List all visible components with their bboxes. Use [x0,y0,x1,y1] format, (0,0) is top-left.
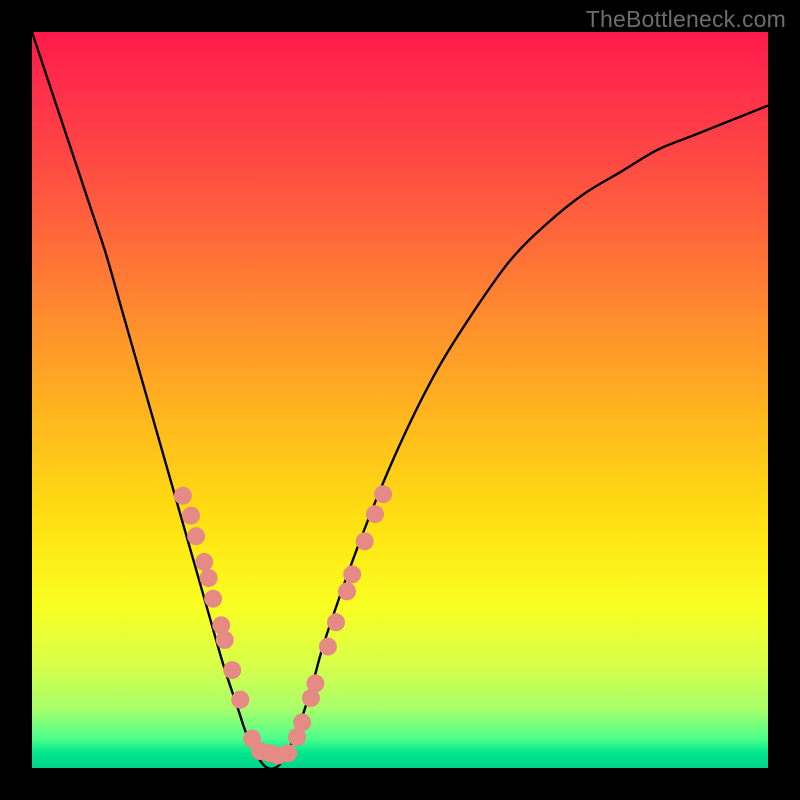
data-point-dot [306,674,324,692]
data-point-dot [187,527,205,545]
data-point-dot [366,505,384,523]
data-point-dot [319,638,337,656]
bottleneck-curve [32,32,768,768]
data-point-dot [343,565,361,583]
data-point-dot [374,485,392,503]
watermark-text: TheBottleneck.com [586,6,786,33]
data-point-dot [279,744,297,762]
data-point-dot [223,661,241,679]
data-point-dot [327,613,345,631]
plot-area [32,32,768,768]
data-point-dot [195,553,213,571]
data-point-dot [174,487,192,505]
chart-frame: TheBottleneck.com [0,0,800,800]
data-point-dot [200,569,218,587]
data-point-dot [204,590,222,608]
data-point-dot [338,582,356,600]
data-point-dot [182,507,200,525]
data-point-dot [216,631,234,649]
data-point-dot [356,532,374,550]
data-point-dot [231,691,249,709]
data-point-dot [293,713,311,731]
